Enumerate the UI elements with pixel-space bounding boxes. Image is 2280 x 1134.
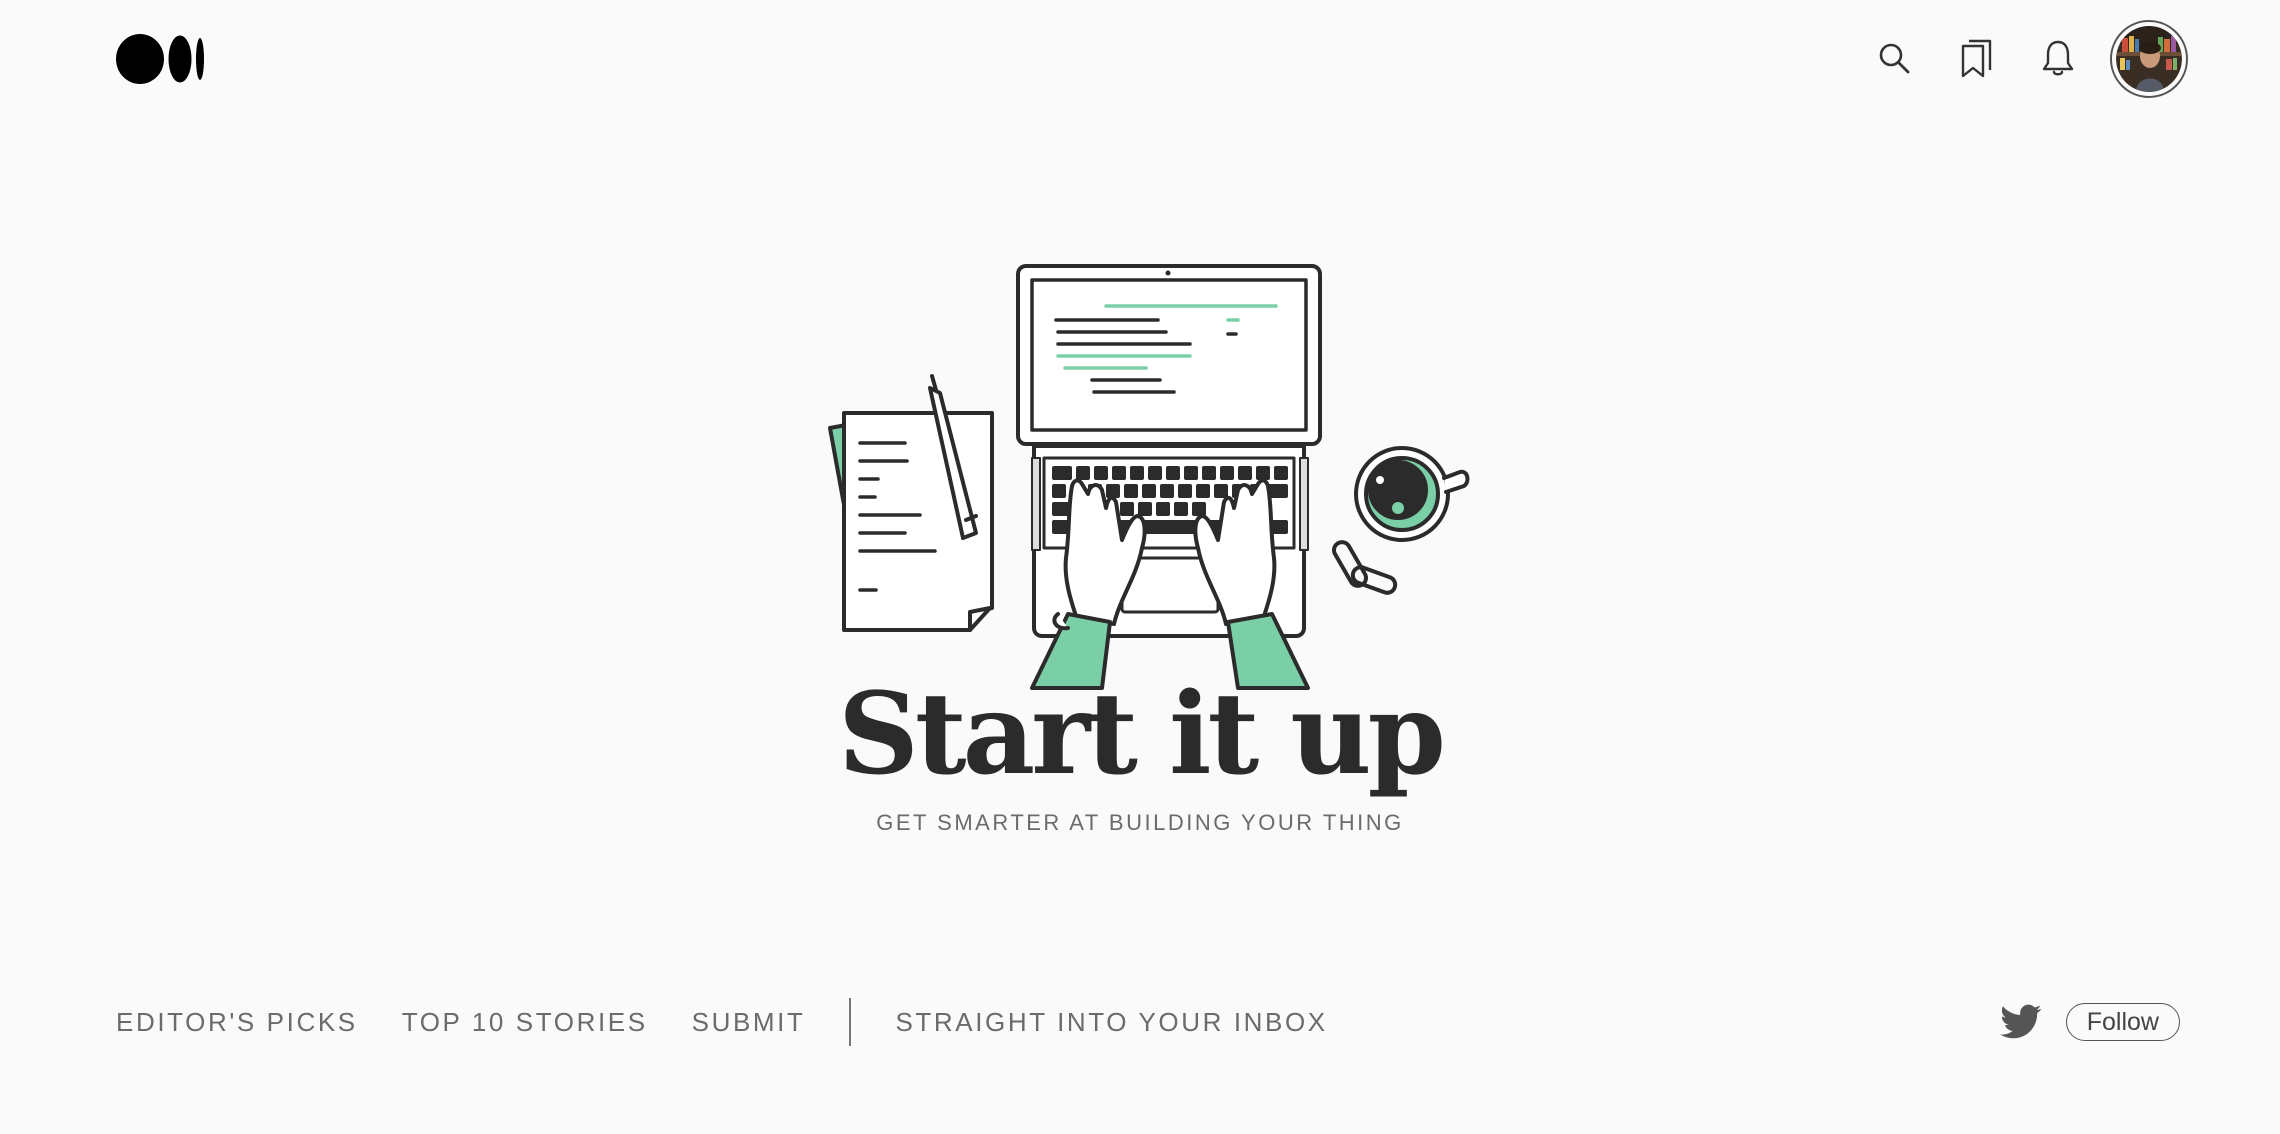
page: Start it up GET SMARTER AT BUILDING YOUR… (0, 0, 2280, 1134)
nav-link-editors-picks[interactable]: EDITOR'S PICKS (116, 1007, 358, 1038)
follow-button[interactable]: Follow (2065, 1003, 2180, 1041)
nav-link-submit[interactable]: SUBMIT (692, 1007, 806, 1038)
medium-logo[interactable] (116, 33, 206, 85)
nav-divider (849, 998, 852, 1046)
social-follow: Follow (1999, 1000, 2180, 1044)
top-bar (0, 0, 2280, 120)
hero-illustration (828, 264, 1470, 690)
twitter-icon[interactable] (1999, 1004, 2042, 1040)
nav-link-newsletter[interactable]: STRAIGHT INTO YOUR INBOX (895, 1007, 1327, 1038)
page-subtitle: GET SMARTER AT BUILDING YOUR THING (876, 810, 1404, 835)
bookmarks-icon[interactable] (1955, 36, 1999, 80)
user-avatar[interactable] (2110, 20, 2188, 98)
publication-nav: EDITOR'S PICKS TOP 10 STORIES SUBMIT STR… (116, 992, 1328, 1052)
avatar-image (2116, 26, 2182, 92)
nav-link-top-10-stories[interactable]: TOP 10 STORIES (402, 1007, 648, 1038)
search-icon[interactable] (1872, 36, 1916, 80)
bell-icon[interactable] (2036, 36, 2080, 80)
page-title: Start it up (838, 669, 1446, 800)
